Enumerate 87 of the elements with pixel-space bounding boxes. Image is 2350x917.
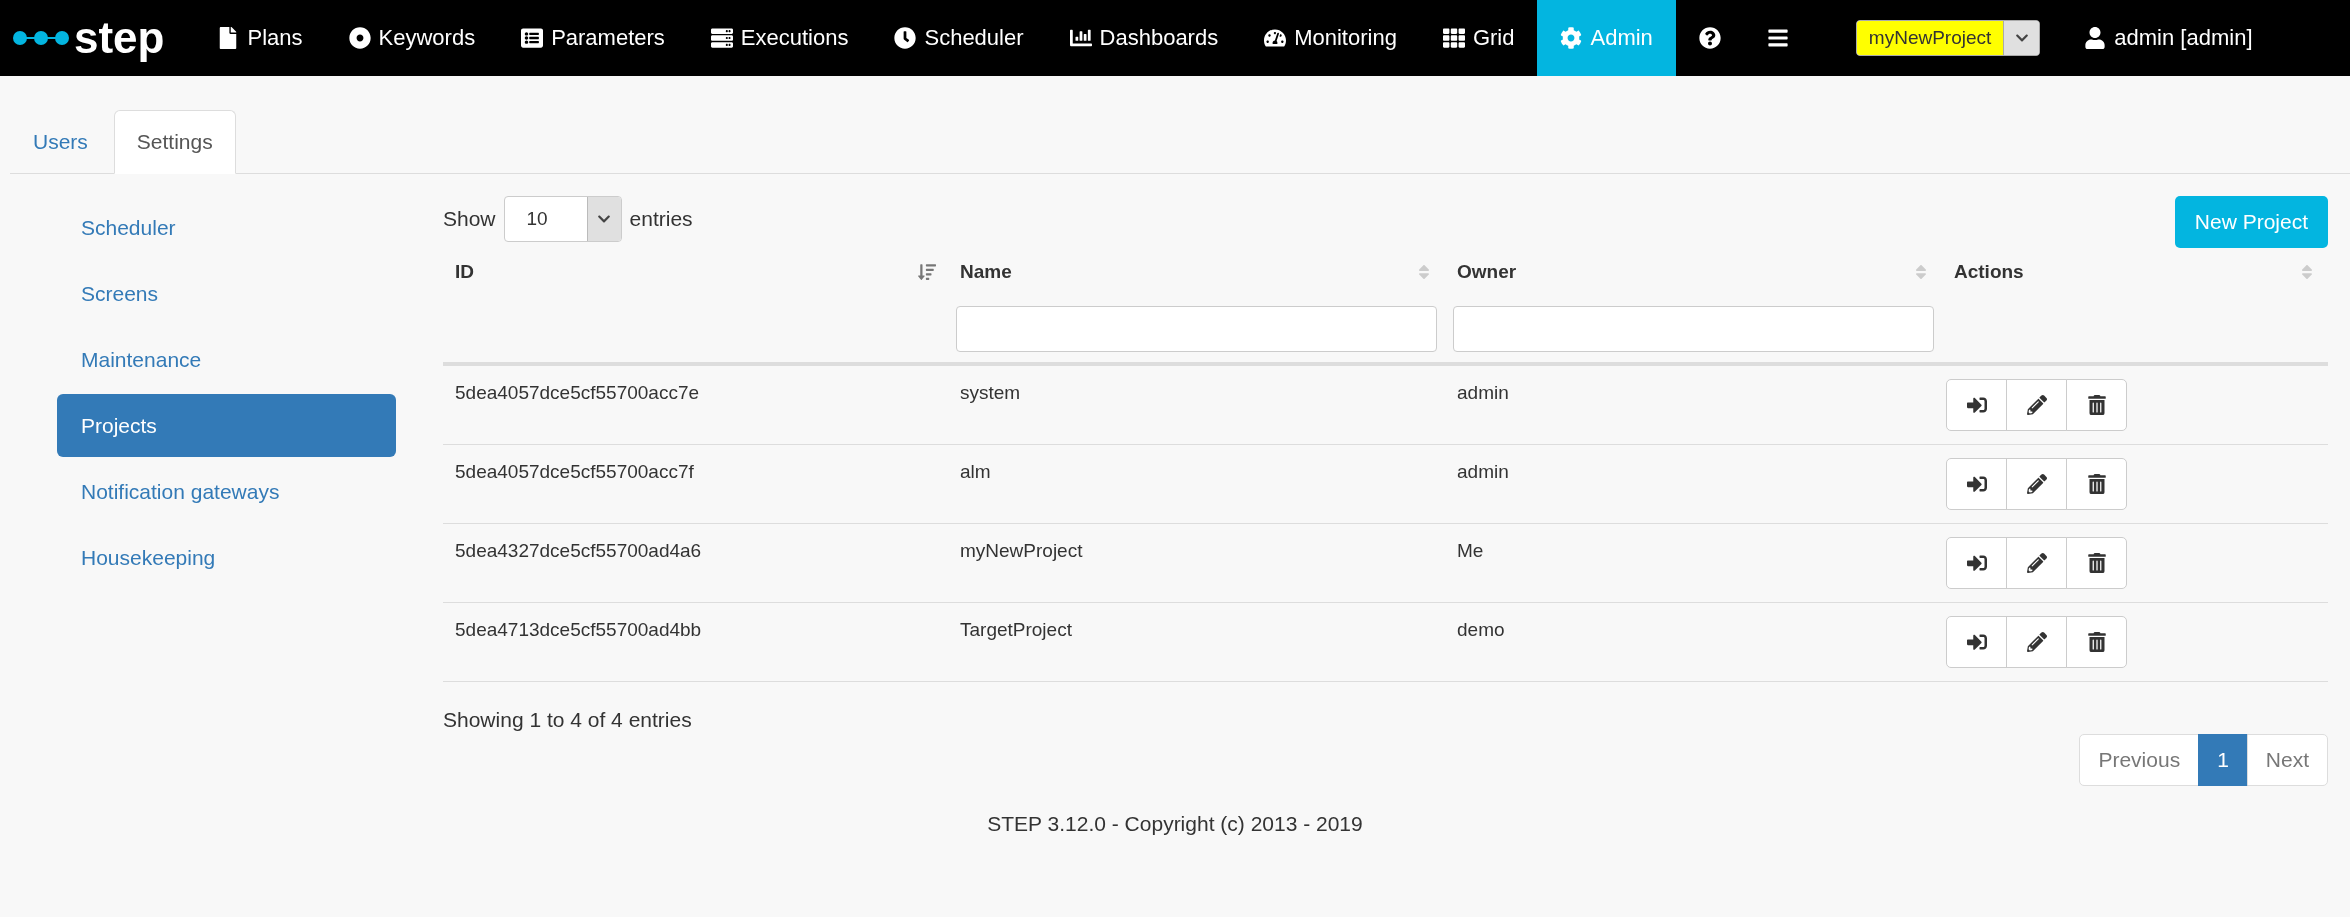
target-icon (348, 27, 371, 49)
column-filter-field[interactable] (1453, 306, 1934, 352)
table-cell-text: 5dea4713dce5cf55700ad4bb (454, 618, 703, 641)
sidebar-item[interactable]: Projects (57, 394, 396, 457)
column-header: Name (960, 261, 1012, 283)
list-icon (521, 27, 544, 49)
table-info: Showing 1 to 4 of 4 entries (443, 708, 693, 732)
pencil-icon (2026, 474, 2047, 494)
select-project-button[interactable] (1946, 616, 2007, 668)
server-icon (710, 27, 733, 49)
pencil-icon (2026, 553, 2047, 573)
pencil-icon (2026, 395, 2047, 415)
previous-button[interactable]: Previous (2079, 734, 2200, 786)
grid-icon (1442, 27, 1465, 49)
caret-icon (2003, 21, 2040, 55)
edit-button[interactable] (2006, 537, 2067, 589)
settings-icon (1560, 27, 1583, 49)
trash-icon (2086, 632, 2107, 652)
nav-item[interactable]: Dashboards (1046, 0, 1242, 76)
column-header: ID (455, 261, 474, 283)
table-cell-text: TargetProject (959, 618, 1073, 641)
logo-text: step (74, 13, 165, 63)
sign-in-icon (1966, 474, 1987, 494)
column-header: Owner (1457, 261, 1517, 283)
table-cell-text: demo (1456, 618, 1506, 641)
nav-item[interactable]: Plans (194, 0, 326, 76)
nav-item[interactable]: Monitoring (1241, 0, 1420, 76)
gauge-icon (1264, 27, 1287, 49)
show-label: Show (443, 207, 496, 231)
delete-button[interactable] (2066, 537, 2127, 589)
sidebar-item[interactable]: Housekeeping (57, 526, 396, 589)
entries-label: entries (629, 207, 693, 231)
delete-button[interactable] (2066, 379, 2127, 431)
table-cell-text: Me (1456, 539, 1485, 562)
table-cell-text: alm (959, 460, 992, 483)
nav-item[interactable]: Grid (1419, 0, 1538, 76)
delete-button[interactable] (2066, 616, 2127, 668)
tab[interactable]: Users (10, 110, 111, 174)
sidebar-item[interactable]: Maintenance (57, 328, 396, 391)
page-button[interactable]: 1 (2198, 734, 2248, 786)
entries-select-value: 10 (525, 207, 549, 231)
sign-in-icon (1966, 395, 1987, 415)
column-header: Actions (1954, 261, 2024, 283)
sign-in-icon (1966, 632, 1987, 652)
sign-in-icon (1966, 553, 1987, 573)
table-cell-text: system (959, 381, 1022, 404)
next-button[interactable]: Next (2246, 734, 2328, 786)
edit-button[interactable] (2006, 458, 2067, 510)
trash-icon (2086, 553, 2107, 573)
table-cell-text: admin (1456, 460, 1510, 483)
table-cell-text: myNewProject (959, 539, 1084, 562)
delete-button[interactable] (2066, 458, 2127, 510)
project-select[interactable]: myNewProject (1855, 20, 2041, 56)
footer-text: STEP 3.12.0 - Copyright (c) 2013 - 2019 (987, 812, 1363, 835)
tab[interactable]: Settings (113, 110, 236, 174)
column-filter-field[interactable] (956, 306, 1437, 352)
select-project-button[interactable] (1946, 537, 2007, 589)
trash-icon (2086, 395, 2107, 415)
table-cell-text: 5dea4057dce5cf55700acc7e (454, 381, 701, 404)
entries-select[interactable]: 10 (503, 196, 622, 242)
trash-icon (2086, 474, 2107, 494)
logo-dots-icon (12, 30, 70, 46)
nav-item[interactable]: Parameters (498, 0, 688, 76)
nav-item[interactable]: Scheduler (871, 0, 1047, 76)
edit-button[interactable] (2006, 616, 2067, 668)
bar-chart-icon (1069, 27, 1092, 49)
nav-item[interactable]: Executions (687, 0, 872, 76)
table-cell-text: admin (1456, 381, 1510, 404)
sidebar-item[interactable]: Notification gateways (57, 460, 396, 523)
sidebar-item[interactable]: Screens (57, 262, 396, 325)
sort-ascending-icon[interactable] (918, 263, 936, 281)
user-icon (2084, 27, 2107, 49)
project-select-value: myNewProject (1856, 21, 2004, 55)
select-project-button[interactable] (1946, 458, 2007, 510)
table-cell-text: 5dea4057dce5cf55700acc7f (454, 460, 695, 483)
user-menu[interactable]: admin [admin] (2084, 0, 2253, 76)
edit-button[interactable] (2006, 379, 2067, 431)
table-cell-text: 5dea4327dce5cf55700ad4a6 (454, 539, 703, 562)
menu-icon (1766, 27, 1789, 49)
clock-icon (894, 27, 917, 49)
logo[interactable]: step (0, 0, 195, 76)
caret-icon (586, 197, 621, 241)
sidebar-item[interactable]: Scheduler (57, 196, 396, 259)
help-icon (1698, 27, 1721, 49)
pencil-icon (2026, 632, 2047, 652)
select-project-button[interactable] (1946, 379, 2007, 431)
nav-item[interactable]: Keywords (325, 0, 499, 76)
